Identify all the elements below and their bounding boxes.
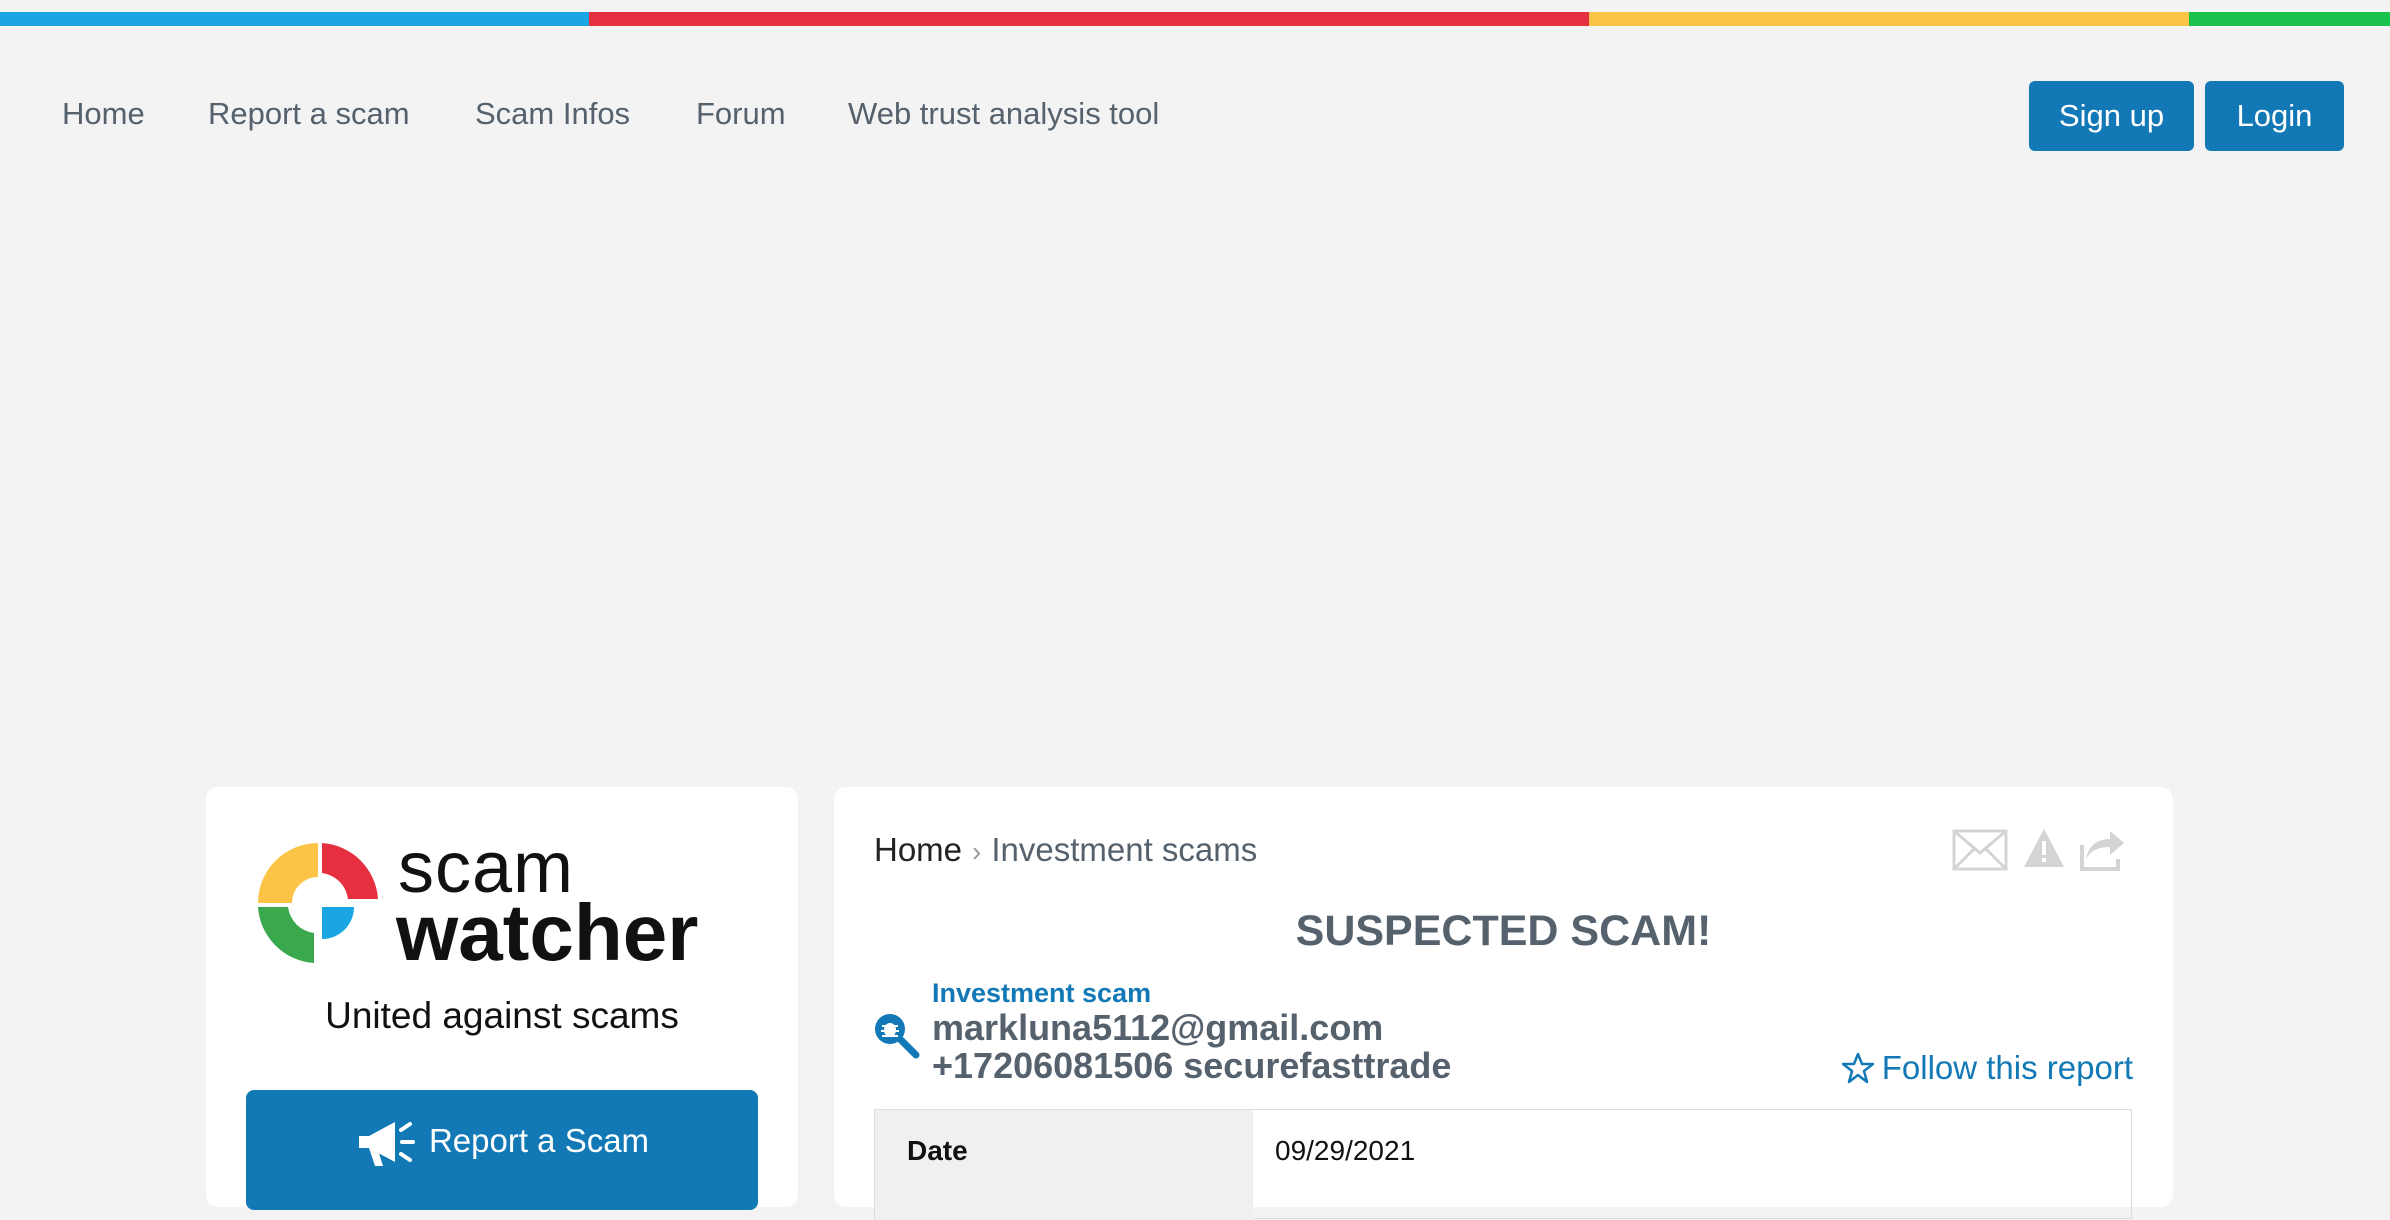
nav-forum[interactable]: Forum bbox=[696, 96, 786, 132]
star-icon bbox=[1841, 1052, 1874, 1084]
bug-search-icon bbox=[875, 1014, 920, 1059]
nav-web-trust-tool[interactable]: Web trust analysis tool bbox=[848, 96, 1159, 132]
tagline: United against scams bbox=[325, 995, 679, 1036]
date-label: Date bbox=[907, 1135, 968, 1166]
stripe-red bbox=[589, 12, 1589, 26]
megaphone-icon bbox=[358, 1122, 415, 1166]
nav-report-a-scam[interactable]: Report a scam bbox=[208, 96, 410, 132]
report-subject-phone: +17206081506 securefasttrade bbox=[932, 1045, 1452, 1086]
logo[interactable]: scam watcher bbox=[250, 828, 760, 977]
report-card: Home › Investment scams SUSPECTED SCAM! In… bbox=[834, 787, 2173, 1220]
share-icon[interactable] bbox=[2078, 827, 2128, 871]
stripe-yellow bbox=[1589, 12, 2189, 26]
stripe-blue bbox=[0, 12, 589, 26]
breadcrumb-home[interactable]: Home bbox=[874, 831, 962, 868]
logo-target-icon bbox=[258, 843, 378, 963]
warning-icon[interactable] bbox=[2022, 827, 2066, 869]
report-subject-email: markluna5112@gmail.com bbox=[932, 1007, 1384, 1048]
table-row-label-cell: Date bbox=[875, 1110, 1253, 1220]
logo-word-watcher: watcher bbox=[396, 888, 699, 977]
details-table: Date 09/29/2021 bbox=[874, 1109, 2132, 1220]
follow-label: Follow this report bbox=[1881, 1049, 2133, 1086]
top-color-stripe bbox=[0, 12, 2390, 26]
login-button[interactable]: Login bbox=[2205, 81, 2344, 151]
report-title: SUSPECTED SCAM! bbox=[1295, 907, 1712, 955]
report-scam-label: Report a Scam bbox=[428, 1122, 650, 1159]
envelope-icon[interactable] bbox=[1952, 829, 2008, 871]
date-value: 09/29/2021 bbox=[1275, 1135, 1416, 1166]
report-scam-button[interactable]: Report a Scam bbox=[246, 1090, 758, 1210]
sidebar-card: scam watcher United against scams Report… bbox=[206, 787, 798, 1210]
stripe-green bbox=[2189, 12, 2390, 26]
report-category[interactable]: Investment scam bbox=[932, 978, 1151, 1009]
breadcrumb: Home › Investment scams bbox=[874, 831, 1257, 869]
follow-report-link[interactable]: Follow this report bbox=[1841, 1049, 2133, 1087]
breadcrumb-category[interactable]: Investment scams bbox=[991, 831, 1257, 868]
nav-scam-infos[interactable]: Scam Infos bbox=[475, 96, 630, 132]
nav-home[interactable]: Home bbox=[62, 96, 145, 132]
breadcrumb-separator: › bbox=[972, 836, 982, 867]
signup-button[interactable]: Sign up bbox=[2029, 81, 2194, 151]
